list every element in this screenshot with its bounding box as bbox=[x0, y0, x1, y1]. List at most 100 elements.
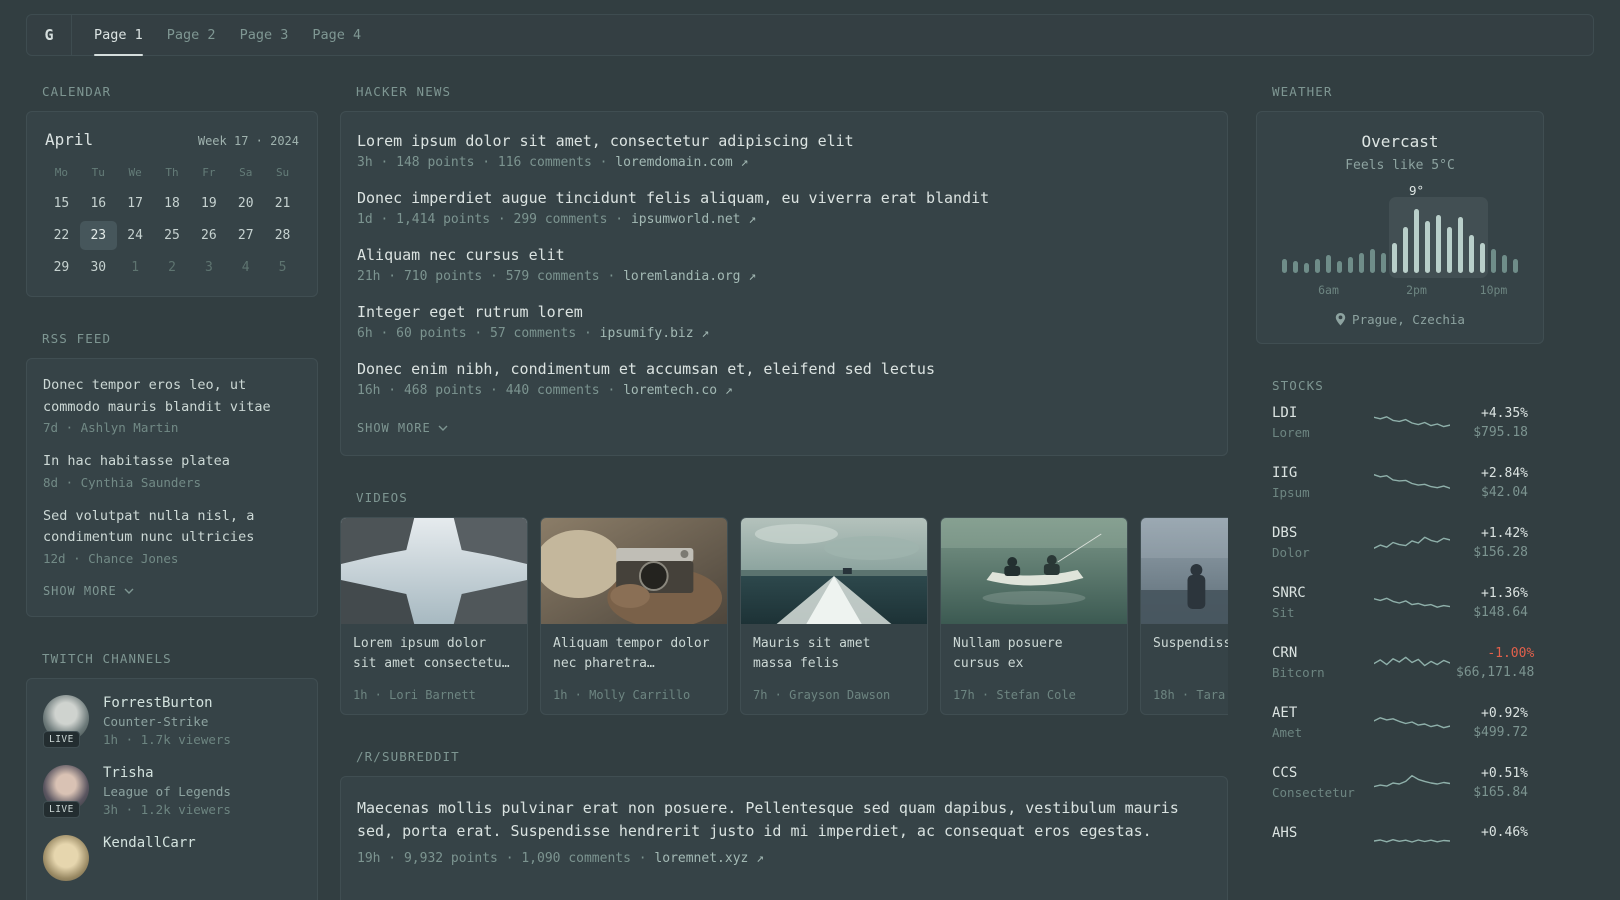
weather-hour-bar bbox=[1370, 249, 1375, 273]
tab-page-1[interactable]: Page 1 bbox=[82, 15, 155, 56]
stock-ticker[interactable]: CCS bbox=[1272, 765, 1368, 781]
stock-row[interactable]: DBS Dolor +1.42% $156.28 bbox=[1256, 525, 1544, 560]
calendar-day[interactable]: 30 bbox=[80, 253, 117, 282]
post-domain-link[interactable]: loremnet.xyz ↗ bbox=[654, 851, 764, 866]
video-thumbnail[interactable] bbox=[541, 518, 727, 624]
videos-row: Lorem ipsum dolor sit amet consectetu… 1… bbox=[340, 517, 1228, 715]
video-title[interactable]: Aliquam tempor dolor nec pharetra… bbox=[553, 634, 715, 673]
calendar-day[interactable]: 3 bbox=[190, 253, 227, 282]
story-domain-link[interactable]: loremlandia.org ↗ bbox=[623, 269, 756, 284]
stock-row[interactable]: AET Amet +0.92% $499.72 bbox=[1256, 705, 1544, 740]
tab-page-4[interactable]: Page 4 bbox=[300, 15, 373, 55]
calendar-day[interactable]: 16 bbox=[80, 189, 117, 218]
story-domain-link[interactable]: loremdomain.com ↗ bbox=[615, 155, 748, 170]
story-title[interactable]: Integer eget rutrum lorem bbox=[357, 303, 1211, 321]
rss-item-title[interactable]: In hac habitasse platea bbox=[43, 451, 301, 473]
video-card[interactable]: Nullam posuere cursus ex 17h · Stefan Co… bbox=[940, 517, 1128, 715]
stock-name: Sit bbox=[1272, 605, 1295, 620]
post-title[interactable]: Maecenas mollis pulvinar erat non posuer… bbox=[357, 797, 1211, 844]
stock-ticker[interactable]: IIG bbox=[1272, 465, 1368, 481]
calendar-day[interactable]: 29 bbox=[43, 253, 80, 282]
story-meta-text: 3h · 148 points · 116 comments · bbox=[357, 155, 608, 170]
stock-price: $156.28 bbox=[1473, 544, 1528, 560]
video-thumbnail[interactable] bbox=[741, 518, 927, 624]
rss-item[interactable]: Sed volutpat nulla nisl, a condimentum n… bbox=[43, 506, 301, 566]
calendar-day[interactable]: 17 bbox=[117, 189, 154, 218]
stock-row[interactable]: AHS +0.46% bbox=[1256, 825, 1544, 858]
story-title[interactable]: Aliquam nec cursus elit bbox=[357, 246, 1211, 264]
calendar-day[interactable]: 24 bbox=[117, 221, 154, 250]
channel-game: League of Legends bbox=[103, 783, 231, 799]
calendar-day[interactable]: 4 bbox=[227, 253, 264, 282]
rss-section: RSS FEED Donec tempor eros leo, ut commo… bbox=[26, 331, 318, 617]
rss-item-title[interactable]: Sed volutpat nulla nisl, a condimentum n… bbox=[43, 506, 301, 549]
stock-row[interactable]: CCS Consectetur +0.51% $165.84 bbox=[1256, 765, 1544, 800]
calendar-day[interactable]: 5 bbox=[264, 253, 301, 282]
calendar-day[interactable]: 18 bbox=[154, 189, 191, 218]
calendar-day[interactable]: 19 bbox=[190, 189, 227, 218]
calendar-day[interactable]: 15 bbox=[43, 189, 80, 218]
story-title[interactable]: Donec enim nibh, condimentum et accumsan… bbox=[357, 360, 1211, 378]
stock-name: Amet bbox=[1272, 725, 1303, 740]
stock-ticker[interactable]: CRN bbox=[1272, 645, 1368, 661]
stock-ticker[interactable]: DBS bbox=[1272, 525, 1368, 541]
calendar-day-selected[interactable]: 23 bbox=[79, 221, 117, 250]
calendar-day[interactable]: 26 bbox=[190, 221, 227, 250]
story-domain-link[interactable]: ipsumify.biz ↗ bbox=[600, 326, 710, 341]
calendar-day[interactable]: 21 bbox=[264, 189, 301, 218]
video-card[interactable]: Aliquam tempor dolor nec pharetra… 1h · … bbox=[540, 517, 728, 715]
stock-row[interactable]: LDI Lorem +4.35% $795.18 bbox=[1256, 405, 1544, 440]
tab-page-3[interactable]: Page 3 bbox=[228, 15, 301, 55]
app-logo[interactable]: G bbox=[27, 15, 72, 55]
video-title[interactable]: Nullam posuere cursus ex bbox=[953, 634, 1115, 673]
rss-show-more-button[interactable]: SHOW MORE bbox=[43, 582, 134, 600]
rss-item-title[interactable]: Donec tempor eros leo, ut commodo mauris… bbox=[43, 375, 301, 418]
section-title-calendar: CALENDAR bbox=[42, 84, 112, 99]
stock-row[interactable]: IIG Ipsum +2.84% $42.04 bbox=[1256, 465, 1544, 500]
video-thumbnail[interactable] bbox=[341, 518, 527, 624]
calendar-day[interactable]: 27 bbox=[227, 221, 264, 250]
twitch-channel[interactable]: LIVE ForrestBurton Counter-Strike 1h · 1… bbox=[43, 694, 301, 748]
stock-ticker[interactable]: SNRC bbox=[1272, 585, 1368, 601]
thumbnail-art-foggy-figure bbox=[1141, 518, 1228, 624]
video-card[interactable]: Lorem ipsum dolor sit amet consectetu… 1… bbox=[340, 517, 528, 715]
calendar-day[interactable]: 28 bbox=[264, 221, 301, 250]
rss-item[interactable]: Donec tempor eros leo, ut commodo mauris… bbox=[43, 375, 301, 435]
calendar-day[interactable]: 1 bbox=[117, 253, 154, 282]
channel-name[interactable]: Trisha bbox=[103, 765, 231, 781]
weather-hour-bar bbox=[1425, 221, 1430, 273]
twitch-channel[interactable]: LIVE Trisha League of Legends 3h · 1.2k … bbox=[43, 764, 301, 818]
calendar-day[interactable]: 2 bbox=[154, 253, 191, 282]
stock-row[interactable]: CRN Bitcorn -1.00% $66,171.48 bbox=[1256, 645, 1544, 680]
video-thumbnail[interactable] bbox=[941, 518, 1127, 624]
channel-name[interactable]: ForrestBurton bbox=[103, 695, 231, 711]
stock-name: Consectetur bbox=[1272, 785, 1355, 800]
twitch-channel[interactable]: KendallCarr bbox=[43, 834, 301, 881]
tab-page-2[interactable]: Page 2 bbox=[155, 15, 228, 55]
story-title[interactable]: Donec imperdiet augue tincidunt felis al… bbox=[357, 189, 1211, 207]
hacker-news-show-more-button[interactable]: SHOW MORE bbox=[357, 419, 448, 437]
video-title[interactable]: Mauris sit amet massa felis bbox=[753, 634, 915, 673]
story-title[interactable]: Lorem ipsum dolor sit amet, consectetur … bbox=[357, 132, 1211, 150]
calendar-day[interactable]: 22 bbox=[43, 221, 80, 250]
stock-ticker[interactable]: LDI bbox=[1272, 405, 1368, 421]
story-domain-link[interactable]: ipsumworld.net ↗ bbox=[631, 212, 756, 227]
video-title[interactable]: Suspendisse diam bbox=[1153, 634, 1228, 654]
stocks-section: STOCKS LDI Lorem +4.35% $795.18 IIG Ipsum +… bbox=[1256, 378, 1544, 858]
rss-item[interactable]: In hac habitasse platea 8d · Cynthia Sau… bbox=[43, 451, 301, 490]
story-domain-link[interactable]: loremtech.co ↗ bbox=[623, 383, 733, 398]
stock-sparkline bbox=[1374, 536, 1450, 549]
video-card[interactable]: Mauris sit amet massa felis 7h · Grayson… bbox=[740, 517, 928, 715]
channel-name[interactable]: KendallCarr bbox=[103, 835, 196, 851]
calendar-day[interactable]: 25 bbox=[154, 221, 191, 250]
stock-ticker[interactable]: AET bbox=[1272, 705, 1368, 721]
weather-location-label: Prague, Czechia bbox=[1352, 312, 1465, 327]
video-meta: 7h · Grayson Dawson bbox=[753, 688, 891, 702]
stock-row[interactable]: SNRC Sit +1.36% $148.64 bbox=[1256, 585, 1544, 620]
section-title-rss: RSS FEED bbox=[42, 331, 112, 346]
stock-ticker[interactable]: AHS bbox=[1272, 825, 1368, 841]
calendar-day[interactable]: 20 bbox=[227, 189, 264, 218]
video-thumbnail[interactable] bbox=[1141, 518, 1228, 624]
video-title[interactable]: Lorem ipsum dolor sit amet consectetu… bbox=[353, 634, 515, 673]
video-card[interactable]: Suspendisse diam 18h · Tara bbox=[1140, 517, 1228, 715]
